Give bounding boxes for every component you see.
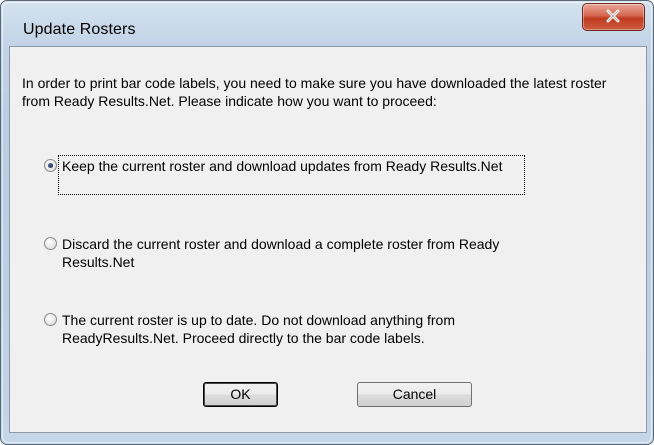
close-icon <box>606 9 620 23</box>
option-label: Discard the current roster and download … <box>62 236 500 270</box>
close-button[interactable] <box>582 3 645 31</box>
radio-selected-dot <box>48 163 53 168</box>
radio-keep-current-roster[interactable] <box>44 159 57 172</box>
intro-text: In order to print bar code labels, you n… <box>22 75 607 109</box>
ok-button[interactable]: OK <box>203 382 278 407</box>
cancel-button[interactable]: Cancel <box>357 382 472 407</box>
radio-roster-up-to-date[interactable] <box>44 313 57 326</box>
dialog-window: Update Rosters In order to print bar cod… <box>0 0 654 445</box>
option-label: Keep the current roster and download upd… <box>62 158 503 174</box>
radio-discard-current-roster[interactable] <box>44 237 57 250</box>
window-title: Update Rosters <box>23 21 136 38</box>
option-label: The current roster is up to date. Do not… <box>62 312 455 346</box>
dialog-client-area: In order to print bar code labels, you n… <box>9 46 647 433</box>
